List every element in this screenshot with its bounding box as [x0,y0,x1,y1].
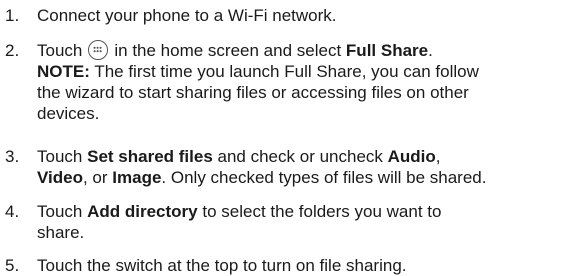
apps-grid-icon [88,40,109,60]
step-line: NOTE: The first time you launch Full Sha… [37,61,563,82]
step-line: Touch in the home screen and select Full … [37,40,563,61]
step-line: Video, or Image. Only checked types of f… [37,167,563,188]
step-2-post: . [428,41,433,60]
step-number: 2. [5,41,20,60]
image-label: Image [112,168,162,187]
step-5-text: Touch the switch at the top to turn on f… [37,256,407,275]
step-3-comma: , [435,147,441,166]
step-4-pre: Touch [37,202,83,221]
step-text: Connect your phone to a Wi-Fi network. [37,5,563,26]
step-text: Touch in the home screen and select Full … [37,40,563,124]
step-text: Touch Set shared files and check or unch… [37,146,563,188]
step-line: share. [37,222,563,243]
step-number: 1. [5,6,20,25]
audio-label: Audio [387,147,436,166]
note-label: NOTE: [37,62,90,81]
step-line: Touch Add directory to select the folder… [37,201,563,222]
full-share-label: Full Share [345,41,429,60]
step-line: Touch the switch at the top to turn on f… [37,255,563,276]
step-text: Touch the switch at the top to turn on f… [37,255,563,276]
set-shared-files-label: Set shared files [87,147,213,166]
step-number: 4. [5,202,20,221]
step-line: Connect your phone to a Wi-Fi network. [37,5,563,26]
step-4-line-2: share. [37,223,85,242]
add-directory-label: Add directory [87,202,198,221]
step-number: 5. [5,256,20,275]
step-line: Touch Set shared files and check or unch… [37,146,563,167]
step-line: devices. [37,103,563,124]
video-label: Video [37,168,83,187]
step-3-mid: and check or uncheck [217,147,383,166]
note-line-2: the wizard to start sharing files or acc… [37,83,469,102]
note-line-3: devices. [37,104,100,123]
step-3-post: . Only checked types of files will be sh… [161,168,487,187]
step-1-text: Connect your phone to a Wi-Fi network. [37,6,337,25]
step-2-pre: Touch [37,41,83,60]
step-line: the wizard to start sharing files or acc… [37,82,563,103]
note-line-1: The first time you launch Full Share, yo… [94,62,479,81]
step-4-post: to select the folders you want to [202,202,442,221]
step-3-or: , or [82,168,108,187]
step-number: 3. [5,147,20,166]
step-text: Touch Add directory to select the folder… [37,201,563,243]
step-3-pre: Touch [37,147,83,166]
step-2-mid: in the home screen and select [114,41,342,60]
